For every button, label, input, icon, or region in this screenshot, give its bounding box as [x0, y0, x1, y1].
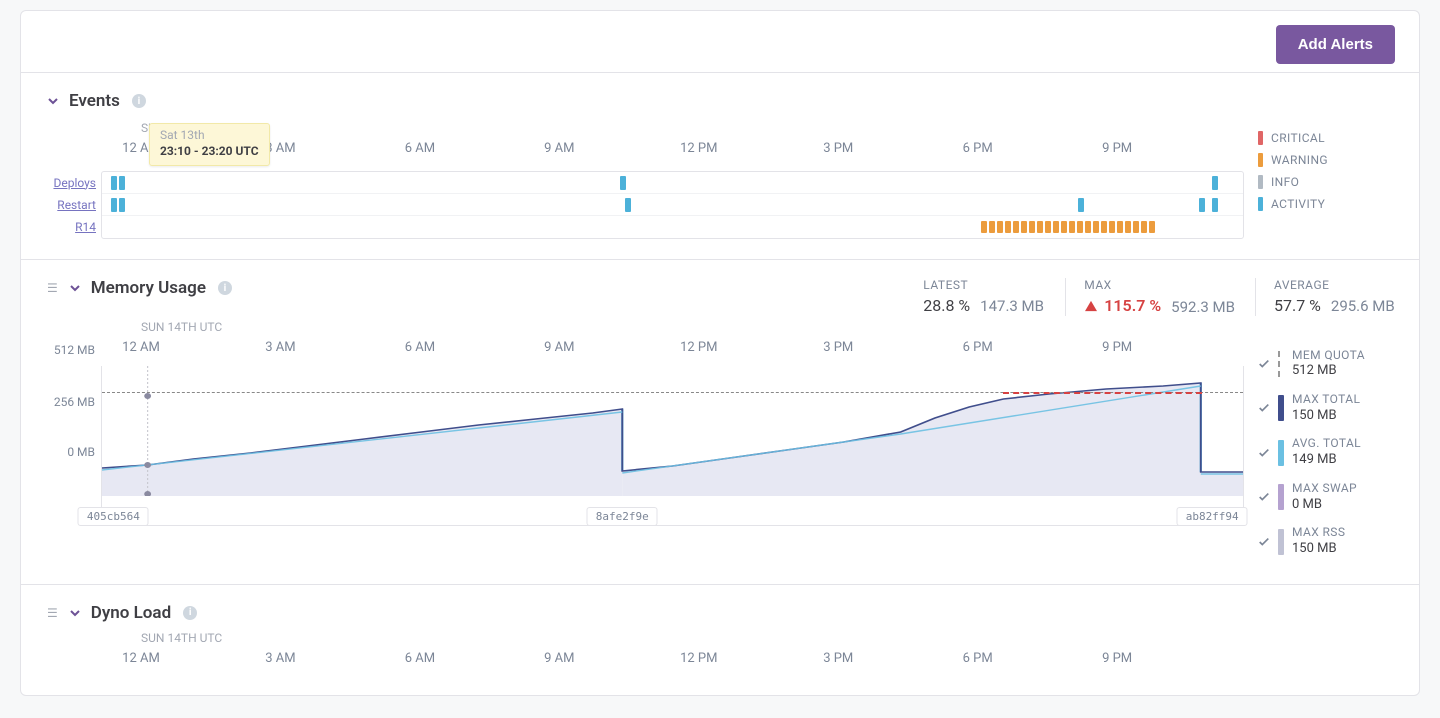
axis-tick: 12 PM [680, 340, 717, 355]
axis-tick: 6 AM [405, 340, 435, 355]
activity-marker [1199, 198, 1205, 212]
info-icon[interactable]: i [218, 281, 232, 295]
r14-warning-bar [981, 221, 1201, 233]
activity-marker [620, 176, 626, 190]
legend-swatch [1278, 395, 1284, 421]
activity-marker [625, 198, 631, 212]
memory-title: Memory Usage [91, 278, 206, 298]
axis-tick: 9 PM [1102, 651, 1132, 666]
axis-tick: 9 AM [544, 340, 574, 355]
events-legend: CRITICALWARNINGINFOACTIVITY [1244, 125, 1399, 239]
axis-tick: 12 PM [680, 651, 717, 666]
legend-swatch [1258, 153, 1263, 167]
legend-item[interactable]: ACTIVITY [1258, 193, 1399, 215]
check-icon [1258, 536, 1270, 548]
axis-tick: 3 PM [823, 651, 853, 666]
warning-icon [1084, 300, 1098, 312]
events-timeline: SUN 14TH UTC 12 AM3 AM6 AM9 AM12 PM3 PM6… [101, 125, 1244, 239]
dyno-title: Dyno Load [91, 603, 171, 623]
legend-item[interactable]: MAX SWAP0 MB [1258, 475, 1399, 519]
metrics-panel: Add Alerts Events i SUN 14TH UTC 12 AM3 … [20, 10, 1420, 696]
drag-handle-icon[interactable]: ☰ [47, 282, 59, 294]
axis-tick: 3 AM [265, 340, 295, 355]
event-row-restart: Restart [102, 194, 1243, 216]
chevron-down-icon[interactable] [47, 95, 59, 107]
mem-over-quota-line [1003, 392, 1202, 394]
legend-swatch [1278, 440, 1284, 466]
legend-item[interactable]: AVG. TOTAL149 MB [1258, 430, 1399, 474]
activity-marker [119, 198, 125, 212]
legend-item[interactable]: MEM QUOTA512 MB [1258, 342, 1399, 386]
axis-tick: 3 PM [823, 141, 853, 156]
legend-item[interactable]: CRITICAL [1258, 127, 1399, 149]
axis-tick: 6 PM [963, 651, 993, 666]
axis-tick: 9 AM [544, 651, 574, 666]
legend-swatch [1278, 484, 1284, 510]
memory-plot-svg [102, 366, 1243, 496]
deploy-tag[interactable]: 405cb564 [78, 507, 149, 526]
event-row-label[interactable]: R14 [75, 220, 96, 234]
axis-tick: 12 PM [680, 141, 717, 156]
activity-marker [1078, 198, 1084, 212]
axis-tick: 12 AM [122, 340, 160, 355]
activity-marker [1212, 198, 1218, 212]
legend-item[interactable]: MAX RSS150 MB [1258, 519, 1399, 563]
activity-marker [119, 176, 125, 190]
y-axis-tick: 512 MB [54, 343, 95, 357]
add-alerts-button[interactable]: Add Alerts [1276, 25, 1395, 64]
legend-swatch [1258, 197, 1263, 211]
check-icon [1258, 402, 1270, 414]
legend-swatch [1278, 529, 1284, 555]
event-row-label[interactable]: Deploys [53, 176, 96, 190]
axis-tick: 6 PM [963, 340, 993, 355]
check-icon [1258, 358, 1270, 370]
deploy-tag[interactable]: ab82ff94 [1177, 507, 1248, 526]
memory-section: ☰ Memory Usage i LATEST 28.8 % 147.3 MB … [21, 259, 1419, 584]
check-icon [1258, 447, 1270, 459]
axis-tick: 9 PM [1102, 340, 1132, 355]
stat-max: MAX 115.7 % 592.3 MB [1065, 278, 1235, 316]
chevron-down-icon[interactable] [69, 282, 81, 294]
event-row-label[interactable]: Restart [57, 198, 96, 212]
stat-latest: LATEST 28.8 % 147.3 MB [905, 278, 1045, 316]
axis-tick: 6 PM [963, 141, 993, 156]
legend-item[interactable]: INFO [1258, 171, 1399, 193]
events-title: Events [69, 91, 120, 111]
y-axis-tick: 256 MB [54, 395, 95, 409]
memory-summary-stats: LATEST 28.8 % 147.3 MB MAX 115.7 % 592.3… [905, 278, 1399, 316]
memory-legend: MEM QUOTA512 MBMAX TOTAL150 MBAVG. TOTAL… [1244, 324, 1399, 564]
legend-item[interactable]: MAX TOTAL150 MB [1258, 386, 1399, 430]
legend-swatch [1278, 351, 1284, 377]
axis-tick: 6 AM [405, 141, 435, 156]
legend-swatch [1258, 131, 1263, 145]
events-section: Events i SUN 14TH UTC 12 AM3 AM6 AM9 AM1… [21, 72, 1419, 259]
axis-tick: 3 AM [265, 651, 295, 666]
legend-item[interactable]: WARNING [1258, 149, 1399, 171]
activity-marker [111, 176, 117, 190]
chevron-down-icon[interactable] [69, 607, 81, 619]
axis-tick: 3 PM [823, 340, 853, 355]
axis-tick: 6 AM [405, 651, 435, 666]
memory-chart: SUN 14TH UTC 12 AM3 AM6 AM9 AM12 PM3 PM6… [101, 324, 1244, 564]
axis-tick: 3 AM [265, 141, 295, 156]
panel-actions: Add Alerts [21, 11, 1419, 72]
axis-tick: 9 PM [1102, 141, 1132, 156]
check-icon [1258, 491, 1270, 503]
drag-handle-icon[interactable]: ☰ [47, 607, 59, 619]
info-icon[interactable]: i [183, 606, 197, 620]
info-icon[interactable]: i [132, 94, 146, 108]
stat-average: AVERAGE 57.7 % 295.6 MB [1255, 278, 1395, 316]
axis-tick: 12 AM [122, 651, 160, 666]
activity-marker [1212, 176, 1218, 190]
legend-swatch [1258, 175, 1263, 189]
axis-tick: 9 AM [544, 141, 574, 156]
time-range-tooltip: Sat 13th 23:10 - 23:20 UTC [149, 123, 270, 166]
dyno-load-section: ☰ Dyno Load i SUN 14TH UTC 12 AM3 AM6 AM… [21, 584, 1419, 695]
y-axis-tick: 0 MB [67, 445, 95, 459]
activity-marker [111, 198, 117, 212]
deploy-tag[interactable]: 8afe2f9e [587, 507, 658, 526]
event-row-deploys: Deploys [102, 172, 1243, 194]
event-row-r14: R14 [102, 216, 1243, 238]
